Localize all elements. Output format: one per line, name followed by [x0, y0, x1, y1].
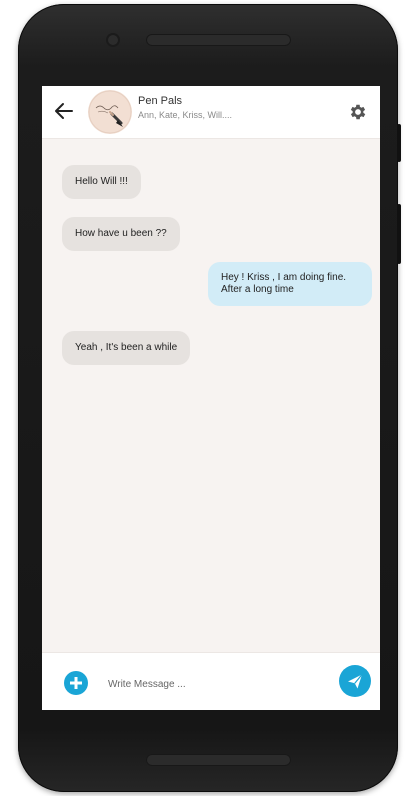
message-composer: [42, 652, 380, 710]
gear-icon[interactable]: [348, 102, 368, 122]
chat-title: Pen Pals: [138, 95, 183, 107]
message-bubble-incoming[interactable]: How have u been ??: [62, 217, 180, 251]
bottom-speaker: [146, 754, 291, 766]
volume-button: [397, 124, 401, 162]
message-bubble-incoming[interactable]: Hello Will !!!: [62, 165, 141, 199]
message-input[interactable]: [106, 673, 330, 695]
earpiece-speaker: [146, 34, 291, 46]
message-bubble-outgoing[interactable]: Hey ! Kriss , I am doing fine. After a l…: [208, 262, 372, 306]
paper-plane-icon: [348, 674, 363, 689]
add-attachment-button[interactable]: [64, 671, 88, 695]
pen-drawing-icon: [88, 90, 132, 134]
front-camera: [108, 35, 118, 45]
chat-header: Pen Pals Ann, Kate, Kriss, Will....: [42, 86, 380, 139]
message-bubble-incoming[interactable]: Yeah , It's been a while: [62, 331, 191, 365]
chat-members: Ann, Kate, Kriss, Will....: [138, 110, 233, 120]
back-arrow-icon[interactable]: [52, 99, 76, 123]
power-button: [397, 204, 401, 264]
send-button[interactable]: [339, 665, 371, 697]
chat-screen: Pen Pals Ann, Kate, Kriss, Will.... Hell…: [42, 86, 380, 710]
group-avatar[interactable]: [88, 90, 132, 134]
